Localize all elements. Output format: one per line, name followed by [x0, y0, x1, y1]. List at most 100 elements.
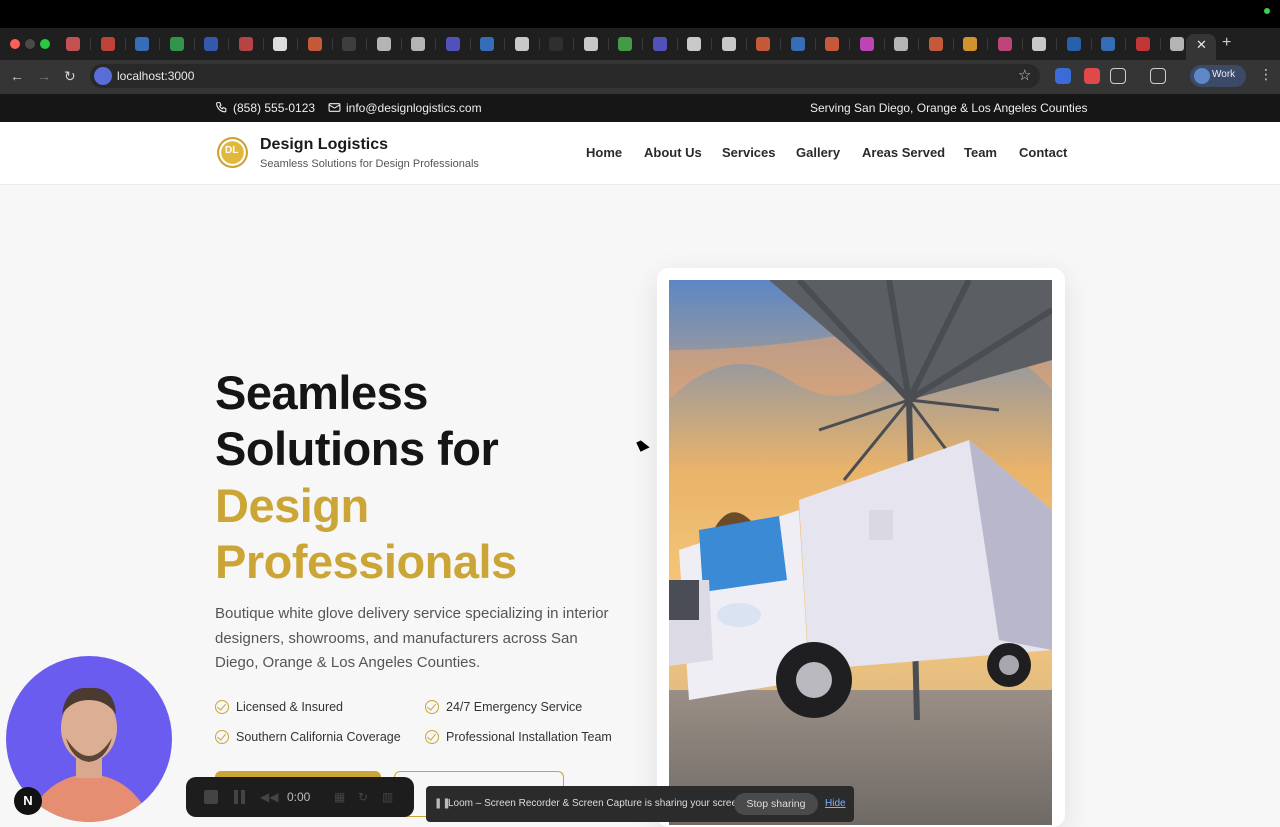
- maximize-window-button[interactable]: [40, 39, 50, 49]
- extension-s-icon[interactable]: [1055, 68, 1071, 84]
- nav-services[interactable]: Services: [722, 145, 776, 160]
- pinned-tab-33-icon[interactable]: [1170, 37, 1184, 51]
- hero-truck-photo: [669, 280, 1052, 825]
- nav-contact[interactable]: Contact: [1019, 145, 1067, 160]
- tab-separator: [676, 38, 678, 50]
- tab-separator: [1056, 38, 1057, 50]
- hide-link[interactable]: Hide: [825, 798, 846, 809]
- stop-sharing-button[interactable]: Stop sharing: [734, 793, 818, 815]
- pinned-tab-26-icon[interactable]: [928, 37, 943, 51]
- pinned-tab-27-icon[interactable]: [963, 37, 977, 51]
- pinned-tab-4-icon[interactable]: [169, 37, 184, 51]
- tab-separator: [159, 38, 160, 50]
- pinned-tab-2-icon[interactable]: [100, 37, 115, 51]
- tab-separator: [228, 38, 229, 50]
- address-bar[interactable]: [90, 64, 1040, 88]
- pinned-tab-24-icon[interactable]: [859, 37, 874, 51]
- pinned-tab-29-icon[interactable]: [1032, 37, 1046, 51]
- reload-button[interactable]: ↻: [64, 68, 76, 85]
- service-area-text: Serving San Diego, Orange & Los Angeles …: [810, 101, 1088, 115]
- tab-separator: [918, 38, 919, 50]
- contact-bar: (858) 555-0123 info@designlogistics.com …: [0, 94, 1280, 122]
- nav-gallery[interactable]: Gallery: [796, 145, 840, 160]
- brand-logo[interactable]: DL: [217, 137, 248, 168]
- grid-icon[interactable]: ▦: [334, 790, 345, 804]
- pinned-tab-6-icon[interactable]: [238, 37, 253, 51]
- pinned-tab-30-icon[interactable]: [1066, 37, 1081, 51]
- pinned-tab-15-icon[interactable]: [549, 37, 563, 51]
- framework-badge[interactable]: N: [14, 787, 42, 815]
- recording-indicator: [1264, 8, 1270, 14]
- nav-areas-served[interactable]: Areas Served: [862, 145, 945, 160]
- pinned-tab-16-icon[interactable]: [583, 37, 598, 51]
- tab-separator: [952, 38, 954, 50]
- tab-separator: [366, 38, 367, 50]
- close-tab-icon[interactable]: ✕: [1196, 37, 1207, 53]
- close-window-button[interactable]: [10, 39, 20, 49]
- pause-icon[interactable]: [234, 790, 238, 804]
- pinned-tab-21-icon[interactable]: [756, 37, 770, 51]
- brand-tagline: Seamless Solutions for Design Profession…: [260, 158, 479, 170]
- restart-icon[interactable]: ↻: [358, 790, 368, 804]
- site-info-icon[interactable]: [94, 67, 112, 85]
- profile-chip[interactable]: Work: [1190, 65, 1246, 87]
- bookmark-star-icon[interactable]: ☆: [1018, 66, 1031, 84]
- tab-separator: [814, 38, 816, 50]
- pinned-tab-32-icon[interactable]: [1135, 37, 1150, 51]
- back-button[interactable]: ←: [10, 68, 24, 84]
- pinned-tab-14-icon[interactable]: [514, 37, 529, 51]
- pinned-tab-7-icon[interactable]: [273, 37, 287, 51]
- hero-title-line-2: Solutions for: [215, 422, 499, 475]
- pinned-tab-19-icon[interactable]: [687, 37, 701, 51]
- email-address[interactable]: info@designlogistics.com: [346, 101, 482, 115]
- nav-team[interactable]: Team: [964, 145, 997, 160]
- pinned-tab-1-icon[interactable]: [66, 37, 80, 51]
- tab-separator: [1159, 38, 1161, 50]
- pinned-tab-11-icon[interactable]: [411, 37, 425, 51]
- pinned-tab-22-icon[interactable]: [790, 37, 805, 51]
- phone-number[interactable]: (858) 555-0123: [233, 101, 315, 115]
- feature-licensed: Licensed & Insured: [236, 700, 344, 714]
- menu-icon[interactable]: ⋮: [1259, 66, 1273, 83]
- recording-timer: 0:00: [287, 790, 311, 804]
- pinned-tab-10-icon[interactable]: [376, 37, 391, 51]
- tab-separator: [849, 38, 850, 50]
- tab-separator: [297, 38, 298, 50]
- minimize-window-button[interactable]: [25, 39, 35, 49]
- pinned-tab-23-icon[interactable]: [825, 37, 839, 51]
- pinned-tab-9-icon[interactable]: [342, 37, 356, 51]
- pinned-tab-8-icon[interactable]: [307, 37, 322, 51]
- rewind-icon[interactable]: ◀◀: [260, 790, 278, 804]
- tab-separator: [331, 38, 333, 50]
- side-panel-icon[interactable]: [1150, 68, 1166, 84]
- hero-title-line-3: Design: [215, 479, 369, 532]
- screen-share-notice: ❚❚ Loom – Screen Recorder & Screen Captu…: [426, 786, 854, 822]
- tab-separator: [745, 38, 747, 50]
- url-text[interactable]: localhost:3000: [117, 69, 194, 83]
- pinned-tab-20-icon[interactable]: [721, 37, 736, 51]
- share-message: Loom – Screen Recorder & Screen Capture …: [448, 798, 746, 809]
- pinned-tab-31-icon[interactable]: [1101, 37, 1115, 51]
- nav-about-us[interactable]: About Us: [644, 145, 702, 160]
- check-icon: [425, 700, 439, 714]
- hero-section: [0, 185, 1280, 827]
- nav-home[interactable]: Home: [586, 145, 622, 160]
- pinned-tab-25-icon[interactable]: [894, 37, 908, 51]
- pinned-tab-5-icon[interactable]: [204, 37, 218, 51]
- stop-record-icon[interactable]: [204, 790, 218, 804]
- pinned-tab-3-icon[interactable]: [135, 37, 149, 51]
- forward-button[interactable]: →: [37, 68, 51, 84]
- tab-separator: [642, 38, 643, 50]
- new-tab-button[interactable]: +: [1222, 34, 1231, 52]
- pinned-tab-13-icon[interactable]: [480, 37, 494, 51]
- pinned-tab-28-icon[interactable]: [997, 37, 1012, 51]
- extensions-puzzle-icon[interactable]: [1110, 68, 1126, 84]
- pinned-tab-12-icon[interactable]: [445, 37, 460, 51]
- pinned-tab-18-icon[interactable]: [652, 37, 667, 51]
- feature-coverage: Southern California Coverage: [236, 730, 401, 744]
- brand-name[interactable]: Design Logistics: [260, 136, 388, 154]
- pinned-tab-17-icon[interactable]: [618, 37, 632, 51]
- trash-icon[interactable]: ▥: [382, 790, 393, 804]
- tab-separator: [469, 38, 471, 50]
- extension-loom-icon[interactable]: [1084, 68, 1100, 84]
